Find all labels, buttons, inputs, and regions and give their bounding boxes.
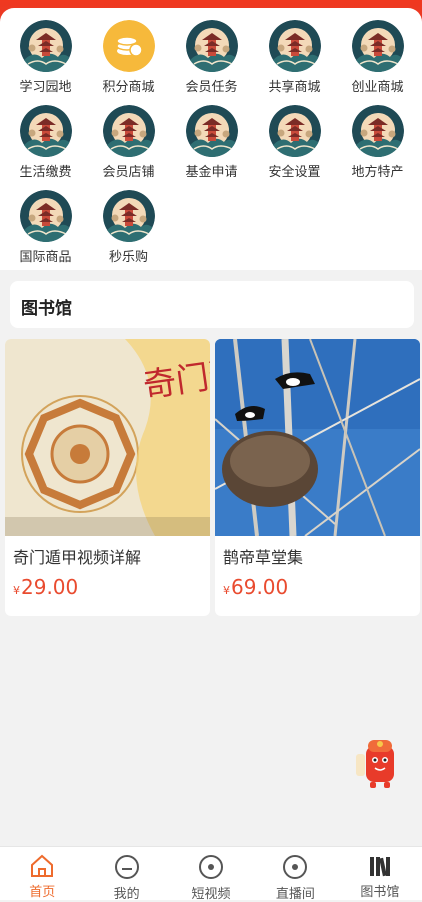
tab-live-room[interactable]: 直播间 (253, 847, 337, 902)
menu-item-member-tasks[interactable]: 会员任务 (170, 20, 253, 95)
books-icon (365, 854, 395, 878)
pagoda-icon (103, 105, 155, 157)
menu-item-study-garden[interactable]: 学习园地 (4, 20, 87, 95)
video-icon (196, 854, 226, 880)
currency-symbol: ¥ (223, 584, 230, 597)
pagoda-icon (20, 105, 72, 157)
menu-item-flash-sale[interactable]: 秒乐购 (87, 190, 170, 265)
menu-item-points-mall[interactable]: 积分商城 (87, 20, 170, 95)
pagoda-icon (20, 20, 72, 72)
tab-short-video[interactable]: 短视频 (169, 847, 253, 902)
tab-label: 我的 (113, 887, 140, 902)
pagoda-icon (269, 105, 321, 157)
pagoda-icon (269, 20, 321, 72)
menu-item-label: 秒乐购 (108, 250, 148, 265)
tab-label: 图书馆 (360, 885, 400, 900)
menu-item-member-shop[interactable]: 会员店铺 (87, 105, 170, 180)
menu-item-local-specialties[interactable]: 地方特产 (336, 105, 419, 180)
currency-symbol: ¥ (13, 584, 20, 597)
menu-item-label: 创业商城 (351, 80, 404, 95)
menu-item-label: 会员店铺 (102, 165, 155, 180)
pagoda-icon (352, 20, 404, 72)
product-name: 奇门遁甲视频详解 (13, 548, 142, 567)
pagoda-icon (186, 20, 238, 72)
profile-icon (112, 854, 142, 880)
pagoda-icon (20, 190, 72, 242)
menu-grid: 学习园地 积分商城 会员任务 共享商城 创业商城 生活缴费 会员店铺 基金申请 … (4, 20, 418, 265)
menu-item-label: 会员任务 (185, 80, 238, 95)
pagoda-icon (103, 190, 155, 242)
menu-item-label: 学习园地 (19, 80, 72, 95)
product-name: 鹊帝草堂集 (223, 548, 304, 567)
section-header: 图书馆 (10, 281, 414, 328)
tab-label: 首页 (29, 885, 56, 900)
price-value: 69.00 (231, 575, 289, 599)
menu-item-shared-mall[interactable]: 共享商城 (253, 20, 336, 95)
menu-item-fund-application[interactable]: 基金申请 (170, 105, 253, 180)
tab-label: 直播间 (275, 887, 315, 902)
menu-item-label: 共享商城 (268, 80, 321, 95)
tab-home[interactable]: 首页 (0, 847, 84, 900)
menu-item-label: 积分商城 (102, 80, 155, 95)
menu-item-label: 安全设置 (268, 165, 321, 180)
magpie-nest-image (215, 339, 420, 536)
product-price: ¥29.00 (13, 575, 78, 599)
tab-library[interactable]: 图书馆 (338, 847, 422, 900)
home-icon (27, 854, 57, 878)
menu-item-startup-mall[interactable]: 创业商城 (336, 20, 419, 95)
live-icon (280, 854, 310, 880)
menu-item-bill-payment[interactable]: 生活缴费 (4, 105, 87, 180)
product-price: ¥69.00 (223, 575, 288, 599)
tab-label: 短视频 (191, 887, 231, 902)
menu-item-label: 国际商品 (19, 250, 72, 265)
pagoda-icon (186, 105, 238, 157)
product-card[interactable]: 鹊帝草堂集 ¥69.00 (215, 339, 420, 616)
coin-stack-icon (102, 20, 155, 72)
menu-item-label: 生活缴费 (19, 165, 72, 180)
price-value: 29.00 (21, 575, 79, 599)
menu-item-label: 地方特产 (351, 165, 404, 180)
menu-item-international-goods[interactable]: 国际商品 (4, 190, 87, 265)
tab-profile[interactable]: 我的 (84, 847, 168, 902)
book-cover-image: 奇门遁甲详解 (5, 339, 210, 536)
menu-panel: 学习园地 积分商城 会员任务 共享商城 创业商城 生活缴费 会员店铺 基金申请 … (0, 8, 422, 270)
pagoda-icon (352, 105, 404, 157)
bottom-tab-bar: 首页 我的 短视频 直播间 图书馆 (0, 846, 422, 902)
menu-item-label: 基金申请 (185, 165, 238, 180)
menu-item-security-settings[interactable]: 安全设置 (253, 105, 336, 180)
section-title: 图书馆 (21, 299, 72, 319)
red-envelope-mascot-button[interactable] (356, 736, 404, 788)
product-card[interactable]: 奇门遁甲详解 奇门遁甲视频详解 ¥29.00 (5, 339, 210, 616)
